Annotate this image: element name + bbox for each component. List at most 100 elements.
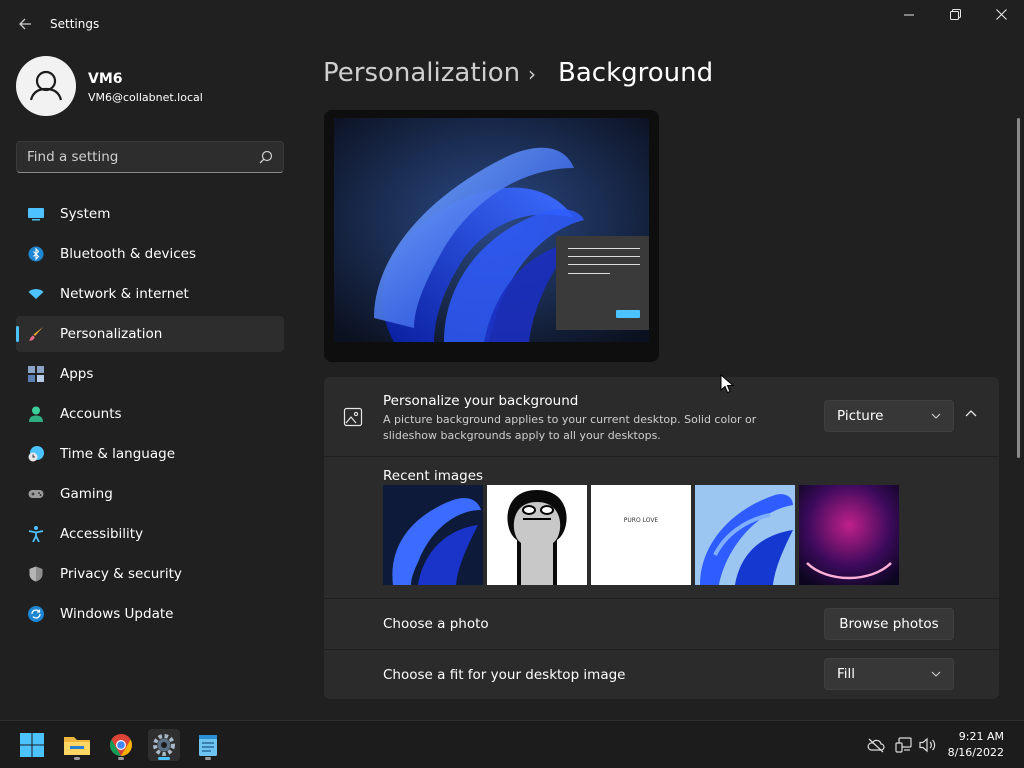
choose-photo-label: Choose a photo [383, 616, 489, 632]
taskbar: 9:21 AM 8/16/2022 [0, 720, 1024, 768]
desktop-preview [324, 110, 659, 362]
picture-icon [343, 407, 363, 427]
running-indicator [74, 757, 80, 760]
glow-arc-thumbnail [799, 485, 899, 585]
personalize-background-card[interactable]: Personalize your background A picture ba… [324, 377, 999, 456]
restore-icon [949, 9, 961, 20]
update-icon [28, 606, 44, 622]
shield-icon [29, 566, 43, 582]
active-app-indicator [158, 757, 170, 760]
taskbar-notepad[interactable] [192, 729, 224, 761]
sidebar-item-bluetooth[interactable]: Bluetooth & devices [16, 236, 284, 272]
user-email: VM6@collabnet.local [88, 91, 203, 104]
scrollbar[interactable] [1017, 118, 1020, 458]
choose-photo-row: Choose a photo Browse photos [324, 599, 999, 649]
minimize-icon [904, 14, 914, 16]
taskbar-chrome[interactable] [105, 729, 137, 761]
recent-image-1[interactable] [383, 485, 483, 585]
sidebar-item-apps[interactable]: Apps [16, 356, 284, 392]
sidebar-item-label: Personalization [60, 326, 163, 342]
recent-image-5[interactable] [799, 485, 899, 585]
sidebar-item-label: Accessibility [60, 526, 144, 542]
sidebar-item-gaming[interactable]: Gaming [16, 476, 284, 512]
breadcrumb-parent[interactable]: Personalization [323, 58, 520, 88]
sidebar-item-label: Windows Update [60, 606, 174, 622]
taskbar-settings[interactable] [148, 729, 180, 761]
browse-photos-button[interactable]: Browse photos [824, 608, 954, 640]
wifi-icon [28, 289, 44, 299]
gamepad-icon [28, 490, 44, 498]
person-icon [29, 406, 43, 422]
sidebar-item-label: Gaming [60, 486, 113, 502]
sidebar-item-label: Accounts [60, 406, 122, 422]
close-button[interactable] [981, 6, 1021, 28]
clock-date[interactable]: 8/16/2022 [940, 746, 1004, 759]
fit-dropdown[interactable]: Fill [824, 658, 954, 690]
close-icon [995, 9, 1007, 20]
chevron-up-icon[interactable] [964, 407, 978, 421]
sidebar-item-label: Bluetooth & devices [60, 246, 197, 262]
search-box[interactable] [16, 141, 284, 173]
sidebar-item-privacy-security[interactable]: Privacy & security [16, 556, 284, 592]
avatar[interactable] [16, 56, 76, 116]
page-title: Background [558, 58, 714, 88]
minimize-button[interactable] [889, 6, 929, 28]
preview-window-mock [556, 236, 649, 330]
sidebar-item-label: Privacy & security [60, 566, 182, 582]
start-button[interactable] [16, 729, 48, 761]
thumbnail-caption: PURO LOVE [623, 517, 659, 524]
back-button[interactable] [14, 14, 36, 34]
taskbar-file-explorer[interactable] [61, 729, 93, 761]
sidebar-item-accounts[interactable]: Accounts [16, 396, 284, 432]
dropdown-value: Fill [837, 666, 856, 682]
sidebar-item-label: System [60, 206, 111, 222]
bloom-dark-thumbnail [383, 485, 483, 585]
breadcrumb-separator: › [528, 62, 536, 86]
sidebar-item-windows-update[interactable]: Windows Update [16, 596, 284, 632]
search-input[interactable] [27, 142, 252, 172]
sidebar-item-label: Time & language [60, 446, 176, 462]
running-indicator [118, 757, 124, 760]
mouse-cursor-icon [720, 374, 734, 394]
sidebar-item-system[interactable]: System [16, 196, 284, 232]
chevron-down-icon [931, 671, 941, 677]
accessibility-icon [28, 526, 44, 542]
sidebar-item-time-language[interactable]: Time & language [16, 436, 284, 472]
monitor-icon [28, 208, 44, 221]
user-silhouette-icon [29, 70, 63, 101]
volume-icon[interactable] [919, 737, 937, 753]
restore-button[interactable] [935, 6, 975, 28]
pixel-creature-thumbnail [487, 485, 587, 585]
network-icon[interactable] [895, 737, 913, 753]
wallpaper-preview [334, 118, 649, 342]
dropdown-value: Picture [837, 408, 884, 424]
recent-image-4[interactable] [695, 485, 795, 585]
chevron-down-icon [931, 413, 941, 419]
choose-fit-label: Choose a fit for your desktop image [383, 667, 626, 683]
recent-images-section: Recent images PURO LOVE [324, 457, 999, 598]
background-type-dropdown[interactable]: Picture [824, 400, 954, 432]
recent-image-2[interactable] [487, 485, 587, 585]
start-icon [20, 733, 44, 757]
bloom-light-thumbnail [695, 485, 795, 585]
arrow-left-icon [19, 18, 31, 30]
bluetooth-icon [28, 246, 44, 262]
brush-icon [29, 327, 43, 341]
personalize-background-title: Personalize your background [383, 393, 579, 409]
app-title: Settings [50, 17, 100, 31]
personalize-background-description: A picture background applies to your cur… [383, 413, 757, 442]
sidebar-item-personalization[interactable]: Personalization [16, 316, 284, 352]
apps-icon [28, 366, 44, 382]
user-name: VM6 [88, 71, 123, 87]
recent-image-3[interactable]: PURO LOVE [591, 485, 691, 585]
clock-time[interactable]: 9:21 AM [948, 730, 1004, 743]
sidebar-item-network[interactable]: Network & internet [16, 276, 284, 312]
sidebar-item-label: Network & internet [60, 286, 189, 302]
search-icon[interactable] [259, 150, 273, 164]
cloud-offline-icon[interactable] [867, 737, 885, 753]
active-indicator [16, 326, 19, 342]
sidebar-item-label: Apps [60, 366, 94, 382]
recent-images-label: Recent images [383, 468, 484, 484]
sidebar-item-accessibility[interactable]: Accessibility [16, 516, 284, 552]
clock-globe-icon [28, 446, 44, 462]
